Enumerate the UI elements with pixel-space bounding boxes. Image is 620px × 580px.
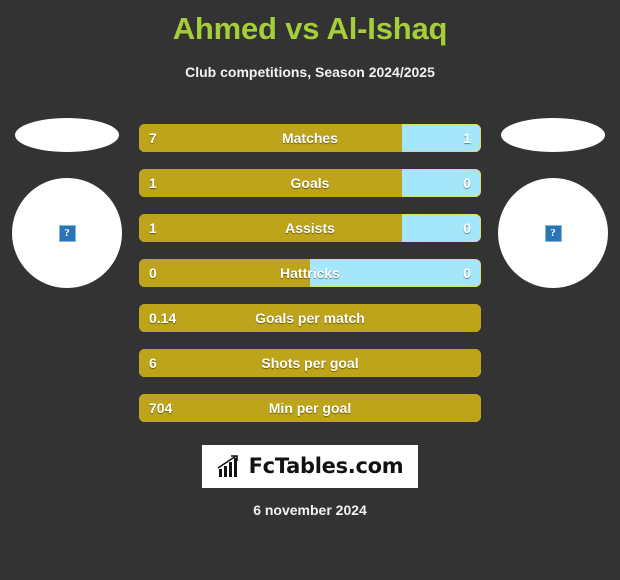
stat-bar-row: 0 Hattricks 0 bbox=[139, 259, 481, 287]
logo-inner: FcTables.com bbox=[217, 454, 404, 479]
stat-label: Assists bbox=[285, 220, 335, 236]
stat-label: Goals per match bbox=[255, 310, 365, 326]
logo-text: FcTables.com bbox=[248, 454, 404, 478]
stat-label: Goals bbox=[290, 175, 330, 191]
player-two-flag-placeholder bbox=[501, 118, 605, 152]
stat-bar-row: 6 Shots per goal bbox=[139, 349, 481, 377]
stat-bar-row: 0.14 Goals per match bbox=[139, 304, 481, 332]
player-one-photo: ? bbox=[12, 178, 122, 288]
broken-image-icon: ? bbox=[544, 224, 562, 242]
stat-label: Matches bbox=[281, 130, 339, 146]
broken-image-icon: ? bbox=[58, 224, 76, 242]
stat-label: Min per goal bbox=[268, 400, 352, 416]
page-title: Ahmed vs Al-Ishaq bbox=[172, 11, 448, 46]
fctables-logo[interactable]: FcTables.com bbox=[202, 445, 418, 488]
stat-label: Hattricks bbox=[280, 265, 340, 281]
player-two-value: 1 bbox=[463, 130, 471, 146]
player-two-value: 0 bbox=[463, 265, 471, 281]
player-one-flag-placeholder bbox=[15, 118, 119, 152]
bar-chart-trend-icon bbox=[217, 454, 238, 477]
stats-comparison-page: Ahmed vs Al-Ishaq Club competitions, Sea… bbox=[0, 0, 620, 580]
stat-bar-row: 704 Min per goal bbox=[139, 394, 481, 422]
player-two-photo: ? bbox=[498, 178, 608, 288]
player-two-value: 0 bbox=[463, 175, 471, 191]
report-date: 6 november 2024 bbox=[253, 502, 367, 518]
stat-bar-row: 1 Goals 0 bbox=[139, 169, 481, 197]
stat-bar-row: 1 Assists 0 bbox=[139, 214, 481, 242]
stat-bar-list: 7 Matches 1 1 Goals 0 1 Assists 0 0 Hattricks 0 0.14… bbox=[139, 124, 481, 439]
stat-label: Shots per goal bbox=[261, 355, 359, 371]
player-two-avatar-column: ? bbox=[490, 118, 616, 288]
page-subtitle: Club competitions, Season 2024/2025 bbox=[185, 64, 435, 80]
player-one-avatar-column: ? bbox=[4, 118, 130, 288]
player-two-value: 0 bbox=[463, 220, 471, 236]
stat-bar-row: 7 Matches 1 bbox=[139, 124, 481, 152]
